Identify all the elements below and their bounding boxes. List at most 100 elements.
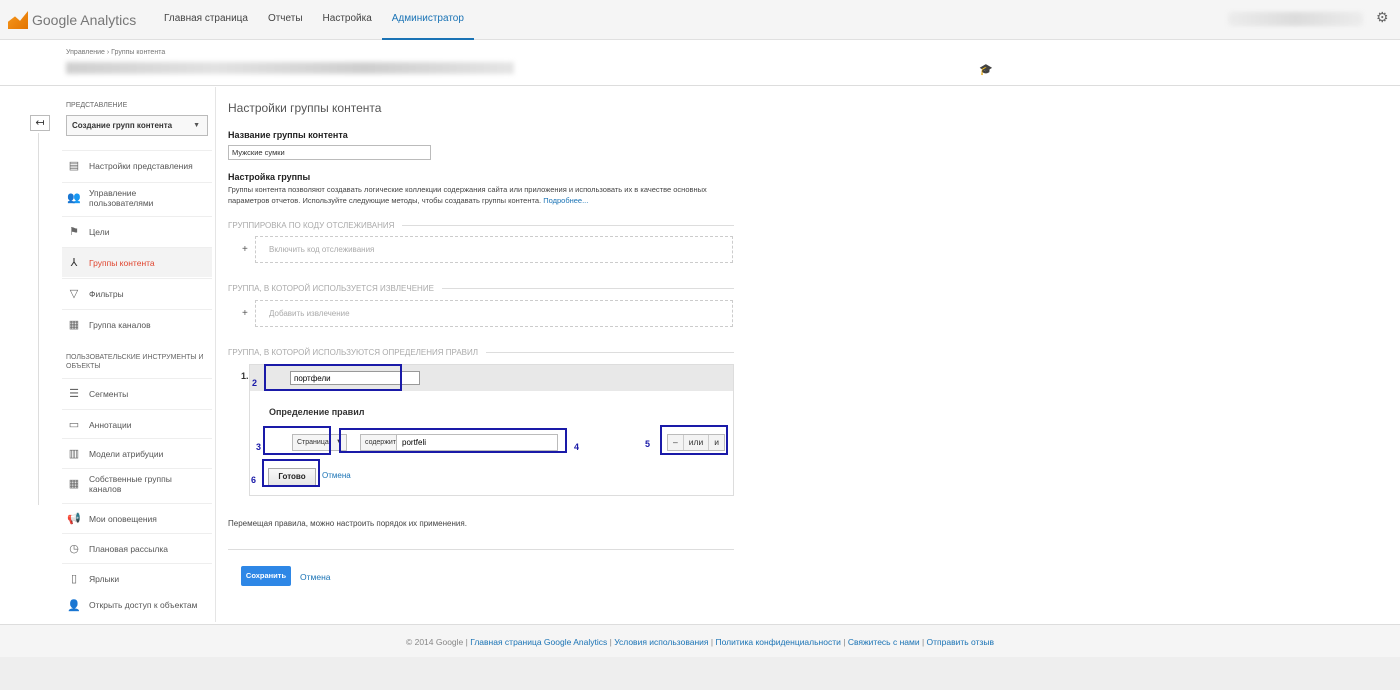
extraction-heading-text: ГРУППА, В КОТОРОЙ ИСПОЛЬЗУЕТСЯ ИЗВЛЕЧЕНИ… bbox=[228, 284, 434, 293]
account-selector-blurred[interactable] bbox=[1228, 12, 1363, 26]
sidebar-item-label: Управление пользователями bbox=[89, 187, 154, 208]
add-extraction-button[interactable]: Добавить извлечение bbox=[255, 300, 733, 327]
academy-hat-icon[interactable]: 🎓 bbox=[979, 63, 993, 76]
divider bbox=[228, 549, 734, 550]
sidebar-item-label: Настройки представления bbox=[89, 160, 193, 171]
share-user-icon: 👤 bbox=[67, 599, 81, 612]
more-link[interactable]: Подробнее... bbox=[543, 196, 588, 205]
footer-link-contact[interactable]: Свяжитесь с нами bbox=[848, 637, 920, 647]
rule-cancel-link[interactable]: Отмена bbox=[322, 471, 351, 480]
content-group-icon: ⅄ bbox=[70, 257, 78, 269]
app-title: Google Analytics bbox=[32, 12, 137, 28]
rule-definition-label: Определение правил bbox=[269, 407, 365, 417]
sidebar-item-goals[interactable]: ⚑ Цели bbox=[62, 216, 212, 246]
sidebar-item-label: Группа каналов bbox=[89, 319, 151, 330]
rules-heading-text: ГРУППА, В КОТОРОЙ ИСПОЛЬЗУЮТСЯ ОПРЕДЕЛЕН… bbox=[228, 348, 478, 357]
gear-icon[interactable]: ⚙ bbox=[1376, 9, 1389, 26]
annotation-number: 4 bbox=[574, 442, 580, 452]
sidebar-item-user-management[interactable]: 👥 Управление пользователями bbox=[62, 182, 212, 212]
main-nav: Главная страница Отчеты Настройка Админи… bbox=[154, 0, 474, 40]
sidebar-item-view-settings[interactable]: ▤ Настройки представления bbox=[62, 150, 212, 180]
page-bottom bbox=[0, 657, 1400, 690]
footer: © 2014 Google | Главная страница Google … bbox=[0, 624, 1400, 657]
sidebar-item-custom-channel-groups[interactable]: ▦ Собственные группы каналов bbox=[62, 468, 212, 498]
sidebar-item-label: Плановая рассылка bbox=[89, 543, 168, 554]
annotation-box bbox=[339, 428, 567, 453]
sidebar-item-alerts[interactable]: 📢 Мои оповещения bbox=[62, 503, 212, 533]
footer-link-terms[interactable]: Условия использования bbox=[614, 637, 708, 647]
back-arrow-icon[interactable]: ↤ bbox=[30, 115, 50, 131]
sidebar-item-label: Открыть доступ к объектам bbox=[89, 600, 198, 610]
sidebar-item-label: Собственные группы каналов bbox=[89, 473, 172, 494]
sidebar-item-label: Модели атрибуции bbox=[89, 448, 164, 459]
sidebar-item-label: Фильтры bbox=[89, 288, 124, 299]
name-label: Название группы контента bbox=[228, 130, 348, 140]
rules-section-heading: ГРУППА, В КОТОРОЙ ИСПОЛЬЗУЮТСЯ ОПРЕДЕЛЕН… bbox=[228, 348, 734, 357]
breadcrumb[interactable]: Управление › Группы контента bbox=[66, 49, 165, 56]
annotation-box bbox=[263, 426, 331, 455]
channel-group-icon: ▦ bbox=[68, 478, 80, 490]
nav-customization[interactable]: Настройка bbox=[313, 0, 382, 40]
sidebar-item-label: Ярлыки bbox=[89, 573, 120, 584]
annotation-number: 6 bbox=[251, 475, 257, 485]
sidebar-item-attribution-models[interactable]: ▥ Модели атрибуции bbox=[62, 438, 212, 468]
nav-home[interactable]: Главная страница bbox=[154, 0, 258, 40]
admin-sidebar: ↤ ПРЕДСТАВЛЕНИЕ Создание групп контента … bbox=[0, 87, 216, 622]
sidebar-item-annotations[interactable]: ▭ Аннотации bbox=[62, 409, 212, 439]
cancel-link[interactable]: Отмена bbox=[300, 572, 331, 582]
sidebar-item-content-grouping[interactable]: ⅄ Группы контента bbox=[62, 247, 212, 277]
sidebar-item-filters[interactable]: ▽ Фильтры bbox=[62, 278, 212, 308]
breadcrumb-bar: Управление › Группы контента 🎓 bbox=[0, 40, 1400, 86]
annotation-box bbox=[264, 364, 402, 391]
filter-icon: ▽ bbox=[69, 288, 79, 300]
document-icon: ▤ bbox=[68, 160, 80, 172]
sidebar-item-share-assets[interactable]: 👤 Открыть доступ к объектам bbox=[62, 590, 212, 620]
save-button[interactable]: Сохранить bbox=[241, 566, 291, 586]
sidebar-item-label: Мои оповещения bbox=[89, 513, 157, 524]
annotation-box bbox=[660, 425, 728, 455]
analytics-logo-icon bbox=[8, 11, 28, 29]
sidebar-divider bbox=[38, 133, 39, 505]
annotation-number: 2 bbox=[252, 378, 258, 388]
bar-chart-icon: ▥ bbox=[68, 448, 80, 460]
annotation-box bbox=[262, 459, 320, 487]
sidebar-item-label: Цели bbox=[89, 226, 110, 237]
sidebar-item-label: Группы контента bbox=[89, 257, 155, 268]
flag-icon: ⚑ bbox=[69, 226, 79, 238]
sidebar-item-shortcuts[interactable]: ▯ Ярлыки bbox=[62, 563, 212, 593]
sidebar-item-label: Аннотации bbox=[89, 419, 132, 430]
sidebar-item-scheduled-emails[interactable]: ◷ Плановая рассылка bbox=[62, 533, 212, 563]
clock-icon: ◷ bbox=[69, 543, 79, 555]
megaphone-icon: 📢 bbox=[67, 513, 81, 525]
sidebar-item-channel-grouping[interactable]: ▦ Группа каналов bbox=[62, 309, 212, 339]
view-selector-label: Создание групп контента bbox=[72, 121, 173, 130]
group-name-input[interactable] bbox=[228, 145, 431, 160]
top-bar: Google Analytics Главная страница Отчеты… bbox=[0, 0, 1400, 40]
tracking-section-heading: ГРУППИРОВКА ПО КОДУ ОТСЛЕЖИВАНИЯ bbox=[228, 221, 734, 230]
sidebar-item-segments[interactable]: ☰ Сегменты bbox=[62, 378, 212, 408]
setup-label: Настройка группы bbox=[228, 172, 311, 182]
rules-order-note: Перемещая правила, можно настроить поряд… bbox=[228, 519, 467, 528]
ga-logo[interactable]: Google Analytics bbox=[8, 10, 136, 30]
footer-link-feedback[interactable]: Отправить отзыв bbox=[927, 637, 994, 647]
segments-icon: ☰ bbox=[69, 388, 79, 400]
description-text: Группы контента позволяют создавать логи… bbox=[228, 185, 707, 205]
enable-tracking-button[interactable]: Включить код отслеживания bbox=[255, 236, 733, 263]
annotation-number: 5 bbox=[645, 439, 651, 449]
shortcut-icon: ▯ bbox=[70, 573, 78, 585]
footer-link-privacy[interactable]: Политика конфиденциальности bbox=[715, 637, 840, 647]
footer-link-home[interactable]: Главная страница Google Analytics bbox=[470, 637, 607, 647]
view-selector[interactable]: Создание групп контента ▼ bbox=[66, 115, 208, 136]
page-title: Настройки группы контента bbox=[228, 101, 382, 115]
chevron-down-icon: ▼ bbox=[193, 122, 200, 129]
tools-section-heading: ПОЛЬЗОВАТЕЛЬСКИЕ ИНСТРУМЕНТЫ И ОБЪЕКТЫ bbox=[66, 354, 204, 370]
extraction-section-heading: ГРУППА, В КОТОРОЙ ИСПОЛЬЗУЕТСЯ ИЗВЛЕЧЕНИ… bbox=[228, 284, 734, 293]
plus-icon: + bbox=[242, 308, 248, 319]
nav-reports[interactable]: Отчеты bbox=[258, 0, 313, 40]
sidebar-item-label: Сегменты bbox=[89, 388, 129, 399]
nav-admin[interactable]: Администратор bbox=[381, 0, 474, 40]
annotation-number: 3 bbox=[256, 442, 262, 452]
plus-icon: + bbox=[242, 244, 248, 255]
view-section-heading: ПРЕДСТАВЛЕНИЕ bbox=[66, 102, 128, 109]
users-icon: 👥 bbox=[67, 192, 81, 204]
